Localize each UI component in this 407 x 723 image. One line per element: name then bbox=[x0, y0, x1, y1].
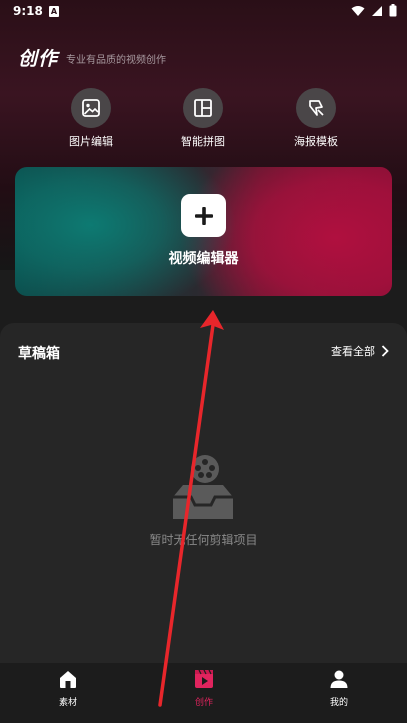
drafts-title: 草稿箱 bbox=[18, 346, 60, 362]
status-bar: 9:18 A bbox=[0, 0, 407, 24]
battery-icon bbox=[389, 4, 397, 17]
video-editor-label: 视频编辑器 bbox=[168, 251, 239, 267]
nav-item-mine[interactable]: 我的 bbox=[309, 669, 369, 708]
notification-icon: A bbox=[49, 6, 59, 17]
page-title: 创作 bbox=[18, 48, 59, 70]
plus-icon bbox=[181, 194, 226, 237]
signal-icon bbox=[372, 5, 382, 16]
nav-item-material[interactable]: 素材 bbox=[38, 669, 98, 708]
home-icon bbox=[60, 671, 76, 688]
empty-drafts-icon bbox=[173, 455, 233, 519]
nav-label: 创作 bbox=[194, 698, 213, 708]
drafts-panel: 草稿箱 查看全部 暂时无任何剪辑项目 bbox=[0, 323, 407, 663]
wifi-icon bbox=[351, 5, 365, 16]
bottom-nav: 素材 创作 我的 bbox=[0, 663, 407, 723]
video-editor-card[interactable]: 视频编辑器 bbox=[15, 167, 392, 296]
empty-drafts-text: 暂时无任何剪辑项目 bbox=[149, 533, 258, 547]
play-clapper-icon bbox=[195, 669, 213, 688]
person-icon bbox=[330, 670, 348, 688]
nav-item-create[interactable]: 创作 bbox=[174, 669, 234, 708]
image-icon bbox=[71, 88, 111, 128]
collage-icon bbox=[183, 88, 223, 128]
view-all-link[interactable]: 查看全部 bbox=[331, 343, 389, 359]
tool-label: 智能拼图 bbox=[181, 135, 225, 148]
view-all-label: 查看全部 bbox=[331, 345, 375, 358]
tool-smart-collage[interactable]: 智能拼图 bbox=[163, 88, 243, 149]
nav-label: 素材 bbox=[58, 698, 77, 708]
page-subtitle: 专业有品质的视频创作 bbox=[66, 55, 166, 66]
tool-label: 海报模板 bbox=[294, 135, 338, 148]
tool-poster-template[interactable]: 海报模板 bbox=[276, 88, 356, 149]
poster-template-icon bbox=[296, 88, 336, 128]
nav-label: 我的 bbox=[329, 698, 348, 708]
chevron-right-icon bbox=[381, 345, 389, 357]
tool-label: 图片编辑 bbox=[69, 135, 113, 148]
status-time: 9:18 bbox=[13, 4, 43, 18]
status-icons bbox=[351, 4, 397, 17]
tool-image-edit[interactable]: 图片编辑 bbox=[51, 88, 131, 149]
